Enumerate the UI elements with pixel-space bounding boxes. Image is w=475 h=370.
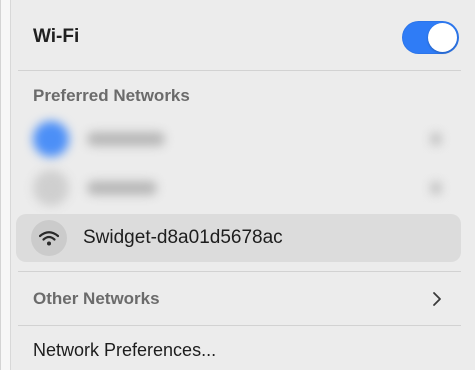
divider: [18, 70, 461, 71]
wifi-icon: [31, 220, 67, 256]
redacted-network-row[interactable]: [16, 166, 461, 210]
redacted-wifi-icon: [33, 121, 69, 157]
redacted-network-name: [87, 181, 157, 195]
redacted-lock-icon: [431, 133, 441, 145]
divider: [18, 325, 461, 326]
wifi-toggle[interactable]: [402, 21, 459, 54]
window-edge: [1, 0, 11, 370]
divider: [18, 271, 461, 272]
network-row-swidget[interactable]: Swidget-d8a01d5678ac: [16, 214, 461, 262]
toggle-knob: [428, 23, 457, 52]
wifi-glyph: [39, 231, 59, 246]
chevron-right-icon: [433, 292, 441, 306]
preferred-networks-heading: Preferred Networks: [16, 84, 461, 108]
network-preferences-item[interactable]: Network Preferences...: [16, 330, 461, 370]
redacted-lock-icon: [431, 182, 441, 194]
network-preferences-label: Network Preferences...: [33, 339, 217, 360]
other-networks-label: Other Networks: [33, 289, 160, 308]
redacted-network-name: [87, 132, 165, 146]
wifi-header: Wi-Fi: [16, 14, 461, 60]
other-networks-row[interactable]: Other Networks: [16, 278, 461, 320]
wifi-title: Wi-Fi: [33, 26, 80, 47]
redacted-network-row[interactable]: [16, 117, 461, 161]
network-name: Swidget-d8a01d5678ac: [83, 227, 283, 248]
redacted-wifi-icon: [33, 170, 69, 206]
wifi-menu-panel: Wi-Fi Preferred Networks Swidget-d8a01d5…: [0, 0, 475, 370]
preferred-networks-label: Preferred Networks: [33, 86, 190, 105]
